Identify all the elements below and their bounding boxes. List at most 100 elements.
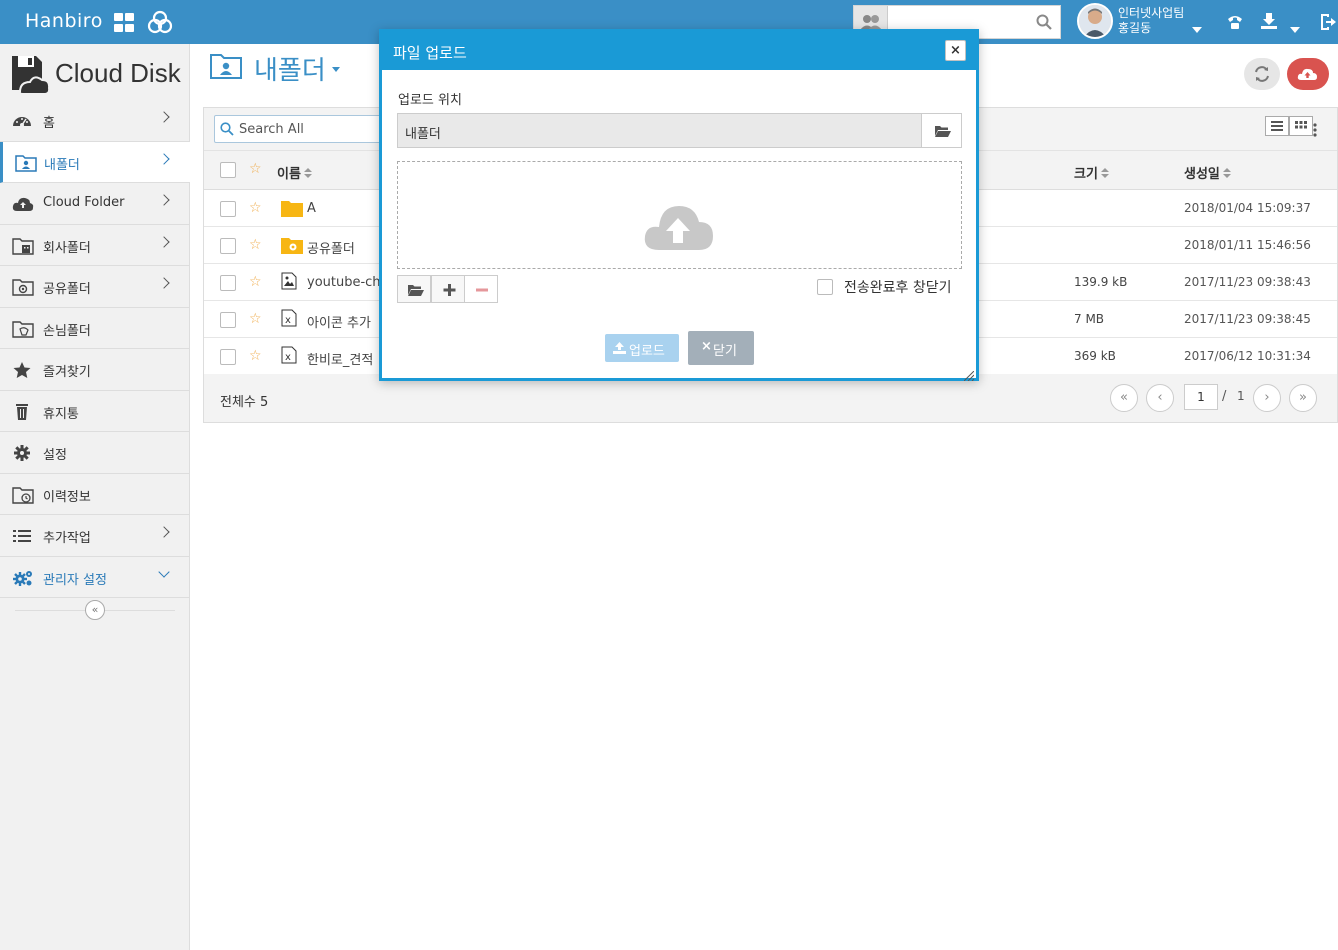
shared-folder-icon	[281, 237, 303, 258]
file-name[interactable]: youtube-cha	[307, 275, 389, 290]
chevron-right-icon	[158, 277, 170, 289]
file-name[interactable]: 공유폴더	[307, 238, 355, 257]
row-checkbox[interactable]	[220, 275, 236, 291]
hanbiro-logo-icon[interactable]	[147, 10, 173, 40]
sidebar-item-shared-folder[interactable]: 공유폴더	[0, 266, 190, 308]
sidebar-item-cloud-folder[interactable]: Cloud Folder	[0, 183, 190, 225]
sidebar-item-trash[interactable]: 휴지통	[0, 391, 190, 432]
sidebar-item-label: 내폴더	[44, 157, 80, 173]
column-created[interactable]: 생성일	[1184, 163, 1231, 182]
browse-folder-button[interactable]	[921, 113, 962, 148]
sidebar-item-label: 즐겨찾기	[43, 365, 91, 380]
row-checkbox[interactable]	[220, 349, 236, 365]
phone-icon[interactable]	[1226, 13, 1244, 35]
sidebar-item-company-folder[interactable]: 회사폴더	[0, 225, 190, 266]
file-date: 2018/01/04 15:09:37	[1184, 201, 1311, 215]
folder-open-icon	[408, 285, 424, 296]
user-info[interactable]: 인터넷사업팀 홍길동	[1118, 6, 1184, 36]
collapse-sidebar-button[interactable]: «	[85, 600, 105, 620]
resize-handle-icon[interactable]	[963, 366, 975, 382]
star-outline-icon[interactable]: ☆	[249, 348, 262, 364]
select-all-checkbox[interactable]	[220, 162, 236, 178]
column-size[interactable]: 크기	[1074, 163, 1109, 182]
search-all-placeholder: Search All	[239, 122, 304, 137]
sidebar-item-home[interactable]: 홈	[0, 100, 190, 142]
close-icon[interactable]: ×	[945, 40, 966, 61]
upload-button[interactable]	[1287, 58, 1329, 90]
star-outline-icon[interactable]: ☆	[249, 200, 262, 216]
add-file-button[interactable]	[431, 275, 465, 303]
logout-icon[interactable]	[1320, 13, 1336, 35]
close-after-checkbox[interactable]	[817, 279, 833, 295]
dashboard-icon	[12, 112, 32, 130]
sidebar-item-extra-tasks[interactable]: 추가작업	[0, 515, 190, 557]
upload-icon	[613, 342, 626, 354]
sidebar-item-label: 추가작업	[43, 531, 91, 546]
sidebar-item-admin-settings[interactable]: 관리자 설정	[0, 557, 190, 598]
file-name[interactable]: A	[307, 201, 316, 216]
row-checkbox[interactable]	[220, 238, 236, 254]
star-outline-icon[interactable]: ☆	[249, 237, 262, 253]
grid-view-icon[interactable]	[1289, 116, 1313, 136]
sidebar-item-settings[interactable]: 설정	[0, 432, 190, 474]
remove-file-button[interactable]	[464, 275, 498, 303]
list-footer: 전체수 5 « ‹ 1 / 1 › »	[204, 374, 1337, 422]
list-view-icon[interactable]	[1265, 116, 1289, 136]
first-page-button[interactable]: «	[1110, 384, 1138, 412]
file-drop-zone[interactable]	[397, 161, 962, 269]
search-icon	[220, 122, 234, 136]
view-toggle	[1265, 116, 1313, 138]
next-page-button[interactable]: ›	[1253, 384, 1281, 412]
upload-submit-button[interactable]: 업로드	[605, 334, 679, 362]
file-name[interactable]: 한비로_견적	[307, 349, 373, 368]
prev-page-button[interactable]: ‹	[1146, 384, 1174, 412]
column-name[interactable]: 이름	[277, 163, 312, 182]
brand-logo[interactable]: Hanbiro	[25, 10, 103, 32]
file-name[interactable]: 아이콘 추가	[307, 312, 371, 331]
sidebar-item-history[interactable]: 이력정보	[0, 474, 190, 515]
sidebar-item-my-folder[interactable]: 내폴더	[0, 141, 190, 183]
refresh-button[interactable]	[1244, 58, 1280, 90]
sort-icon	[303, 168, 312, 180]
upload-location-value: 내폴더	[405, 127, 441, 142]
sidebar-item-label: 휴지통	[43, 406, 79, 422]
download-icon[interactable]	[1260, 12, 1278, 34]
gear-icon	[12, 444, 32, 462]
file-size: 139.9 kB	[1074, 275, 1128, 289]
excel-file-icon: x	[281, 346, 297, 368]
file-size: 7 MB	[1074, 312, 1105, 326]
sort-icon	[1222, 168, 1231, 180]
star-outline-icon[interactable]: ☆	[249, 311, 262, 327]
search-icon[interactable]	[1036, 14, 1052, 34]
sidebar-item-guest-folder[interactable]: 손님폴더	[0, 308, 190, 349]
row-checkbox[interactable]	[220, 201, 236, 217]
sidebar-item-favorites[interactable]: 즐겨찾기	[0, 349, 190, 391]
cloud-upload-icon	[12, 195, 34, 213]
chevron-down-icon	[158, 565, 170, 578]
dialog-close-button[interactable]: × 닫기	[688, 331, 754, 365]
file-size: 369 kB	[1074, 349, 1116, 363]
star-outline-icon[interactable]: ☆	[249, 274, 262, 290]
add-folder-button[interactable]	[397, 275, 431, 303]
upload-location-field[interactable]: 내폴더	[397, 113, 962, 148]
user-team: 인터넷사업팀	[1118, 6, 1185, 20]
file-date: 2018/01/11 15:46:56	[1184, 238, 1311, 252]
apps-grid-icon[interactable]	[114, 13, 135, 33]
star-icon	[12, 361, 32, 379]
page-input[interactable]: 1	[1184, 384, 1218, 410]
last-page-button[interactable]: »	[1289, 384, 1317, 412]
dialog-title: 파일 업로드	[393, 44, 467, 62]
user-avatar[interactable]	[1077, 3, 1113, 39]
more-options-icon[interactable]	[1313, 122, 1317, 137]
chevron-down-icon[interactable]	[332, 67, 340, 72]
star-outline-icon[interactable]: ☆	[249, 161, 262, 177]
row-checkbox[interactable]	[220, 312, 236, 328]
download-dropdown-icon[interactable]	[1290, 18, 1300, 37]
search-all-input[interactable]: Search All	[214, 115, 394, 143]
shared-folder-icon	[12, 278, 34, 296]
dialog-header[interactable]: 파일 업로드 ×	[382, 32, 976, 70]
total-pages: 1	[1237, 389, 1245, 403]
upload-submit-label: 업로드	[629, 344, 665, 359]
user-dropdown-icon[interactable]	[1192, 18, 1202, 37]
sidebar-menu: 홈 내폴더 Cloud Folder 회사폴더 공유폴더 손님폴더 즐겨찾기 휴…	[0, 100, 190, 598]
